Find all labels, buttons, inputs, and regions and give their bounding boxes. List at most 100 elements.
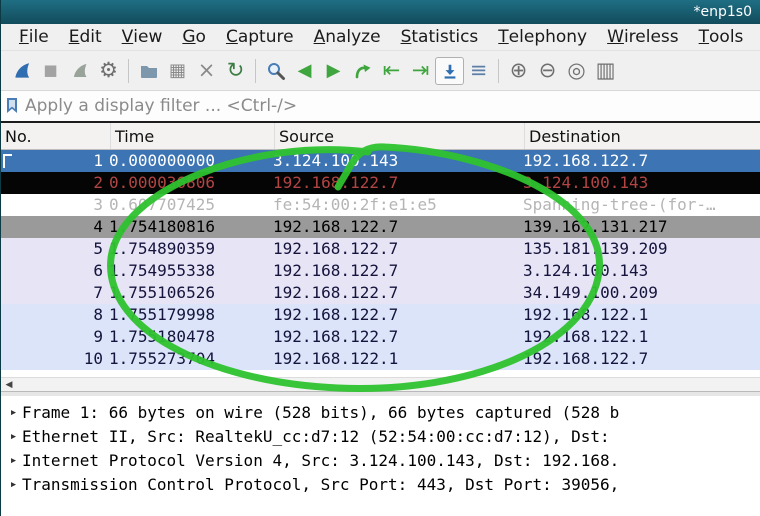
go-to-packet-button[interactable]: [348, 57, 377, 85]
packet-row[interactable]: 10 1.755273704 192.168.122.1 192.168.122…: [1, 348, 760, 370]
wireshark-window: *enp1s0 File Edit View Go Capture Analyz…: [0, 0, 760, 516]
packet-destination: 192.168.122.7: [523, 151, 649, 170]
packet-source: fe:54:00:2f:e1:e5: [273, 195, 437, 214]
zoom-in-icon: ⊕: [509, 58, 528, 82]
menu-analyze[interactable]: Analyze: [304, 24, 391, 50]
packet-source: 192.168.122.7: [273, 327, 399, 346]
close-file-button[interactable]: ×: [192, 57, 221, 85]
column-header-source[interactable]: Source: [275, 123, 525, 149]
go-last-packet-button[interactable]: ⇥: [406, 57, 435, 85]
menu-statistics[interactable]: Statistics: [391, 24, 489, 50]
zoom-original-button[interactable]: ◎: [562, 57, 591, 85]
packet-destination: 192.168.122.1: [523, 327, 649, 346]
packet-time: 1.755273704: [109, 349, 215, 368]
packet-time: 1.755106526: [109, 283, 215, 302]
packet-no: 2: [93, 173, 103, 192]
menu-bar: File Edit View Go Capture Analyze Statis…: [1, 24, 760, 50]
packet-row[interactable]: 3 0.607707425 fe:54:00:2f:e1:e5 Spanning…: [1, 194, 760, 216]
colorize-list-button[interactable]: ≡: [464, 57, 493, 85]
zoom-out-icon: ⊖: [538, 58, 557, 82]
window-title: *enp1s0: [693, 4, 752, 20]
packet-row[interactable]: 2 0.000036806 192.168.122.7 3.124.100.14…: [1, 172, 760, 194]
expander-icon[interactable]: ▸: [5, 449, 22, 473]
go-forward-button[interactable]: ▶: [319, 57, 348, 85]
menu-tools[interactable]: Tools: [689, 24, 754, 50]
expander-icon[interactable]: ▸: [5, 473, 22, 497]
packet-no: 4: [93, 217, 103, 236]
menu-capture[interactable]: Capture: [216, 24, 304, 50]
packet-no: 7: [93, 283, 103, 302]
zoom-out-button[interactable]: ⊖: [533, 57, 562, 85]
first-packet-icon: ⇤: [382, 58, 401, 82]
go-first-packet-button[interactable]: ⇤: [377, 57, 406, 85]
packet-row[interactable]: 8 1.755179998 192.168.122.7 192.168.122.…: [1, 304, 760, 326]
detail-tcp-line[interactable]: ▸ Transmission Control Protocol, Src Por…: [5, 473, 760, 497]
horizontal-scrollbar[interactable]: ◀: [1, 377, 760, 391]
menu-go[interactable]: Go: [172, 24, 216, 50]
expander-icon[interactable]: ▸: [5, 425, 22, 449]
folder-icon: [139, 61, 159, 81]
capture-options-button[interactable]: ⚙: [94, 57, 123, 85]
packet-time: 1.754180816: [109, 217, 215, 236]
auto-scroll-button[interactable]: [435, 56, 464, 85]
packet-row[interactable]: 6 1.754955338 192.168.122.7 3.124.100.14…: [1, 260, 760, 282]
column-header-no[interactable]: No.: [1, 123, 111, 149]
restart-capture-button[interactable]: [65, 57, 94, 85]
packet-row[interactable]: 4 1.754180816 192.168.122.7 139.162.131.…: [1, 216, 760, 238]
packet-source: 192.168.122.1: [273, 349, 399, 368]
save-file-button[interactable]: ▦: [163, 57, 192, 85]
resize-columns-button[interactable]: ▥: [591, 57, 620, 85]
packet-row[interactable]: 7 1.755106526 192.168.122.7 34.149.100.2…: [1, 282, 760, 304]
go-back-button[interactable]: ◀: [290, 57, 319, 85]
packet-time: 1.754955338: [109, 261, 215, 280]
list-lines-icon: ≡: [469, 58, 488, 82]
conversation-bracket: [3, 154, 12, 168]
packet-row[interactable]: 5 1.754890359 192.168.122.7 135.181.139.…: [1, 238, 760, 260]
filter-bookmark-icon[interactable]: [5, 96, 19, 116]
expander-icon[interactable]: ▸: [5, 401, 22, 425]
detail-ip-line[interactable]: ▸ Internet Protocol Version 4, Src: 3.12…: [5, 449, 760, 473]
packet-destination: 192.168.122.1: [523, 305, 649, 324]
packet-list-header: No. Time Source Destination: [1, 123, 760, 150]
close-icon: ×: [197, 58, 216, 82]
packet-no: 9: [93, 327, 103, 346]
packet-row[interactable]: 1 0.000000000 3.124.100.143 192.168.122.…: [1, 150, 760, 172]
detail-ethernet-line[interactable]: ▸ Ethernet II, Src: RealtekU_cc:d7:12 (5…: [5, 425, 760, 449]
title-bar[interactable]: *enp1s0: [1, 0, 760, 24]
packet-destination: 34.149.100.209: [523, 283, 658, 302]
detail-text: Transmission Control Protocol, Src Port:…: [22, 475, 620, 494]
packet-row[interactable]: 9 1.755180478 192.168.122.7 192.168.122.…: [1, 326, 760, 348]
menu-file[interactable]: File: [9, 24, 59, 50]
column-header-destination[interactable]: Destination: [525, 123, 760, 149]
columns-icon: ▥: [595, 58, 616, 82]
column-header-time[interactable]: Time: [111, 123, 275, 149]
detail-frame-line[interactable]: ▸ Frame 1: 66 bytes on wire (528 bits), …: [5, 401, 760, 425]
packet-no: 3: [93, 195, 103, 214]
scrollbar-track[interactable]: [17, 378, 760, 391]
scroll-left-arrow-icon[interactable]: ◀: [1, 378, 17, 391]
packet-source: 192.168.122.7: [273, 173, 399, 192]
stop-square-icon: ■: [43, 61, 58, 79]
zoom-in-button[interactable]: ⊕: [504, 57, 533, 85]
menu-telephony[interactable]: Telephony: [488, 24, 597, 50]
display-filter-input[interactable]: [19, 96, 756, 116]
packet-source: 192.168.122.7: [273, 239, 399, 258]
packet-source: 192.168.122.7: [273, 261, 399, 280]
stop-capture-button[interactable]: ■: [36, 57, 65, 85]
packet-time: 0.000036806: [109, 173, 215, 192]
packet-source: 192.168.122.7: [273, 283, 399, 302]
menu-wireless[interactable]: Wireless: [597, 24, 689, 50]
reload-file-button[interactable]: ↻: [221, 57, 250, 85]
packet-details-pane: ▸ Frame 1: 66 bytes on wire (528 bits), …: [1, 396, 760, 516]
menu-view[interactable]: View: [112, 24, 173, 50]
toolbar-separator: [255, 58, 256, 83]
auto-scroll-icon: [441, 62, 459, 80]
packet-no: 8: [93, 305, 103, 324]
main-toolbar: ■ ⚙ ▦ × ↻ ◀ ▶ ⇤ ⇥ ≡ ⊕ ⊖ ◎ ▥: [1, 50, 760, 90]
open-file-button[interactable]: [134, 57, 163, 85]
zoom-original-icon: ◎: [567, 58, 586, 82]
start-capture-button[interactable]: [7, 57, 36, 85]
menu-edit[interactable]: Edit: [59, 24, 112, 50]
menu-help[interactable]: Help: [753, 24, 760, 50]
find-packet-button[interactable]: [261, 57, 290, 85]
